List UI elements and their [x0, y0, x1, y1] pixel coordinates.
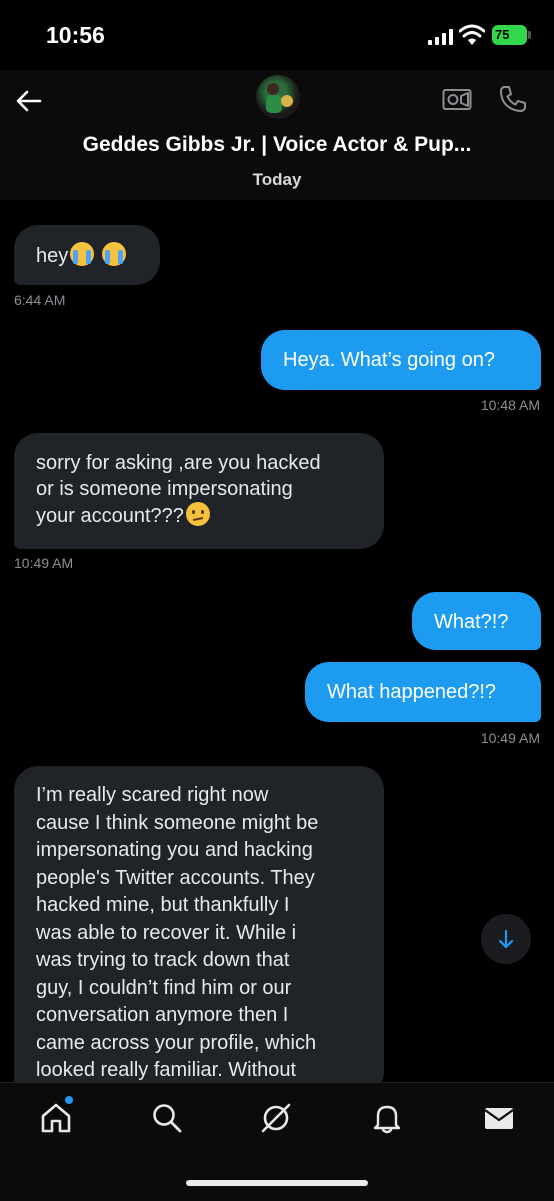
- message-line: guy, I couldn’t find him or our: [36, 976, 292, 999]
- avatar[interactable]: [256, 75, 300, 119]
- message-line: was able to recover it. While i: [36, 921, 297, 944]
- battery-tip: [528, 31, 531, 39]
- outgoing-message[interactable]: What?!?: [412, 592, 541, 650]
- home-indicator: [186, 1180, 368, 1186]
- outgoing-message[interactable]: Heya. What’s going on?: [261, 330, 541, 390]
- message-text: What happened?!?: [327, 681, 497, 703]
- video-call-icon[interactable]: [442, 86, 472, 112]
- message-text: Heya. What’s going on?: [283, 349, 495, 371]
- incoming-message[interactable]: sorry for asking ,are you hacked or is s…: [14, 433, 384, 549]
- message-line: hacked mine, but thankfully I: [36, 894, 290, 916]
- conversation-title[interactable]: Geddes Gibbs Jr. | Voice Actor & Pup...: [0, 133, 554, 157]
- message-line: looked really familiar. Without: [36, 1059, 297, 1081]
- crying-emoji-icon: [102, 242, 127, 266]
- messages-envelope-icon[interactable]: [482, 1101, 516, 1135]
- message-line: cause I think someone might be: [36, 811, 319, 834]
- message-timestamp: 6:44 AM: [14, 292, 66, 308]
- search-icon[interactable]: [150, 1101, 184, 1135]
- crying-emoji-icon: [70, 242, 95, 266]
- avatar-image: [266, 83, 293, 113]
- message-line: your account???: [36, 505, 184, 527]
- message-timestamp: 10:49 AM: [480, 730, 540, 746]
- message-line: people's Twitter accounts. They: [36, 866, 315, 889]
- message-line: conversation anymore then I: [36, 1004, 289, 1026]
- scroll-to-bottom-button[interactable]: [481, 914, 531, 964]
- message-timestamp: 10:49 AM: [14, 555, 74, 571]
- cellular-signal-icon: [428, 29, 453, 45]
- outgoing-message[interactable]: What happened?!?: [305, 662, 541, 722]
- status-bar: 10:56 75: [0, 0, 554, 70]
- arrow-down-icon: [498, 929, 514, 949]
- conversation-header: Geddes Gibbs Jr. | Voice Actor & Pup... …: [0, 70, 554, 200]
- battery-indicator: 75: [492, 25, 527, 45]
- message-line: sorry for asking ,are you hacked: [36, 452, 321, 474]
- grok-icon[interactable]: [259, 1101, 293, 1135]
- message-line: came across your profile, which: [36, 1031, 317, 1054]
- message-timestamp: 10:48 AM: [480, 397, 540, 413]
- message-text: hey: [36, 245, 69, 267]
- home-notification-dot: [65, 1096, 73, 1104]
- incoming-message[interactable]: I’m really scared right now cause I thin…: [14, 766, 384, 1096]
- message-text: What?!?: [434, 611, 509, 633]
- message-line: impersonating you and hacking: [36, 839, 313, 861]
- message-line: I’m really scared right now: [36, 784, 269, 806]
- status-time: 10:56: [46, 22, 105, 48]
- back-arrow-icon[interactable]: [14, 86, 44, 116]
- message-line: was trying to track down that: [36, 949, 290, 971]
- wifi-icon: [459, 24, 485, 45]
- incoming-message[interactable]: hey: [14, 225, 160, 285]
- phone-call-icon[interactable]: [498, 84, 528, 114]
- notifications-bell-icon[interactable]: [370, 1101, 404, 1135]
- confused-emoji-icon: [185, 502, 210, 526]
- message-line: or is someone impersonating: [36, 478, 293, 500]
- date-divider: Today: [252, 170, 302, 189]
- home-icon[interactable]: [39, 1101, 73, 1135]
